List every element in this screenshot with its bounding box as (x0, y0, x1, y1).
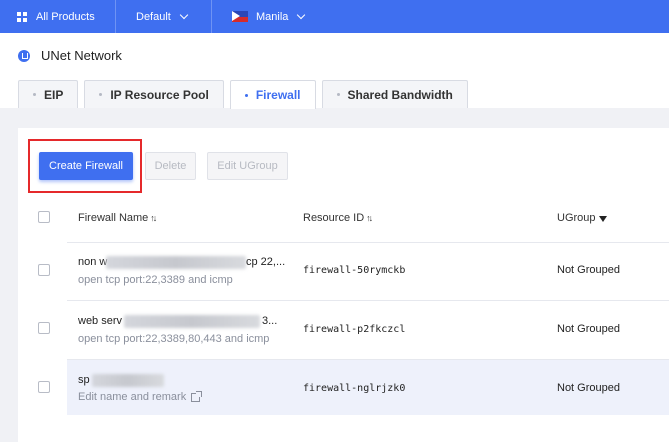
region-selector[interactable]: Manila (212, 0, 320, 33)
chevron-down-icon (297, 10, 306, 19)
tab-label: Firewall (255, 88, 301, 102)
tab-label: EIP (44, 87, 64, 102)
row-checkbox[interactable] (38, 322, 50, 334)
edit-name-remark-link[interactable]: Edit name and remark (78, 390, 203, 403)
create-firewall-button[interactable]: Create Firewall (39, 152, 133, 180)
ugroup-value: Not Grouped (557, 264, 620, 276)
tab-firewall[interactable]: Firewall (229, 80, 316, 109)
project-selector[interactable]: Default (116, 0, 212, 33)
edit-icon[interactable] (191, 390, 203, 402)
select-all-checkbox[interactable] (38, 211, 50, 223)
tab-label: IP Resource Pool (110, 87, 209, 102)
page-title-text: UNet Network (41, 48, 122, 63)
redacted-text (92, 374, 164, 387)
firewall-remark: open tcp port:22,3389 and icmp (78, 274, 233, 286)
philippines-flag-icon (232, 11, 248, 22)
page-header: UNet Network EIP IP Resource Pool Firewa… (0, 33, 669, 109)
project-label: Default (136, 10, 171, 23)
redacted-text (124, 315, 260, 328)
top-navigation-bar: All Products Default Manila (0, 0, 669, 33)
dot-icon (33, 93, 36, 96)
firewall-name-end: cp 22,... (246, 256, 286, 268)
tab-shared-bandwidth[interactable]: Shared Bandwidth (321, 80, 468, 108)
column-header-name[interactable]: Firewall Name ↑↓ (78, 212, 157, 224)
column-header-label: Resource ID (303, 212, 365, 224)
column-header-ugroup[interactable]: UGroup (557, 212, 607, 224)
ugroup-value: Not Grouped (557, 382, 620, 394)
tab-ip-resource-pool[interactable]: IP Resource Pool (84, 80, 224, 108)
resource-id: firewall-50rymckb (303, 265, 406, 276)
resource-id: firewall-p2fkczcl (303, 324, 406, 335)
tab-label: Shared Bandwidth (347, 87, 453, 102)
dot-icon (99, 93, 103, 96)
filter-icon[interactable] (598, 215, 607, 222)
column-header-resource-id[interactable]: Resource ID ↑↓ (303, 212, 373, 224)
firewall-name-end: 3... (262, 315, 278, 327)
column-header-label: Firewall Name (78, 212, 149, 224)
sort-icon[interactable]: ↑↓ (150, 213, 157, 223)
ugroup-value: Not Grouped (557, 323, 620, 335)
all-products-menu[interactable]: All Products (0, 0, 116, 33)
row-checkbox[interactable] (38, 381, 50, 393)
page-title: UNet Network (18, 48, 122, 63)
resource-id: firewall-nglrjzk0 (303, 383, 406, 394)
tab-eip[interactable]: EIP (18, 80, 79, 108)
chevron-down-icon (179, 10, 189, 19)
firewall-remark: open tcp port:22,3389,80,443 and icmp (78, 333, 270, 345)
network-icon (18, 49, 30, 62)
grid-icon (17, 11, 27, 22)
dot-icon (336, 93, 340, 96)
sort-icon[interactable]: ↑↓ (366, 213, 373, 223)
all-products-label: All Products (36, 10, 95, 23)
row-checkbox[interactable] (38, 264, 50, 276)
firewall-name[interactable]: non w (78, 256, 107, 268)
region-label: Manila (256, 10, 289, 23)
edit-ugroup-button[interactable]: Edit UGroup (207, 152, 288, 180)
redacted-text (106, 256, 246, 269)
column-header-label: UGroup (557, 212, 596, 224)
edit-name-remark-label: Edit name and remark (78, 391, 187, 403)
firewall-name[interactable]: web serv (78, 315, 122, 327)
tab-bar: EIP IP Resource Pool Firewall Shared Ban… (18, 80, 474, 109)
dot-icon (244, 93, 248, 97)
firewall-name[interactable]: sp (78, 374, 90, 386)
delete-button[interactable]: Delete (145, 152, 196, 180)
